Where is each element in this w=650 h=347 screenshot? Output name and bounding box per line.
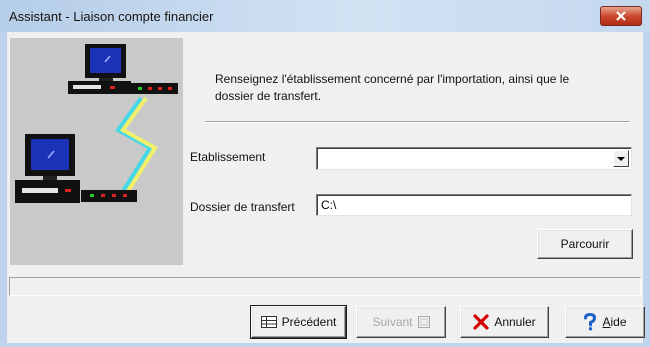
- close-button[interactable]: [600, 6, 642, 26]
- previous-icon: [260, 316, 277, 328]
- browse-button[interactable]: Parcourir: [537, 229, 633, 259]
- window-title: Assistant - Liaison compte financier: [9, 9, 214, 24]
- intro-line-1: Renseignez l'établissement concerné par …: [215, 72, 570, 86]
- cancel-icon: [473, 314, 489, 330]
- etablissement-label: Etablissement: [190, 150, 266, 164]
- next-icon: [417, 316, 430, 328]
- browse-button-label: Parcourir: [560, 237, 610, 251]
- computer-icon: [68, 44, 131, 94]
- previous-button-label: Précédent: [281, 315, 337, 329]
- network-device-icon: [81, 190, 137, 202]
- intro-line-2: dossier de transfert.: [215, 89, 322, 103]
- lightning-bolt-icon: [115, 96, 158, 198]
- next-button-label: Suivant: [372, 315, 413, 329]
- dropdown-button[interactable]: [613, 150, 629, 167]
- status-panel: [9, 277, 641, 296]
- help-icon: [584, 313, 597, 331]
- intro-text: Renseignez l'établissement concerné par …: [215, 71, 630, 105]
- title-bar[interactable]: Assistant - Liaison compte financier: [0, 0, 650, 32]
- chevron-down-icon: [617, 156, 625, 161]
- close-icon: [616, 11, 626, 21]
- help-button[interactable]: Aide: [565, 306, 645, 338]
- next-button[interactable]: Suivant: [356, 306, 446, 338]
- cancel-button[interactable]: Annuler: [460, 306, 549, 338]
- separator: [205, 121, 630, 123]
- dossier-transfert-label: Dossier de transfert: [190, 200, 295, 214]
- help-button-label: Aide: [602, 315, 627, 329]
- wizard-illustration: [10, 38, 183, 265]
- etablissement-combobox[interactable]: [316, 147, 632, 170]
- previous-button[interactable]: Précédent: [250, 305, 347, 339]
- cancel-button-label: Annuler: [494, 315, 536, 329]
- wizard-illustration-graphic: [15, 44, 178, 203]
- dossier-transfert-input[interactable]: C:\: [316, 194, 632, 216]
- dossier-transfert-value: C:\: [321, 198, 337, 212]
- network-device-icon: [131, 83, 178, 94]
- computer-icon: [15, 134, 80, 203]
